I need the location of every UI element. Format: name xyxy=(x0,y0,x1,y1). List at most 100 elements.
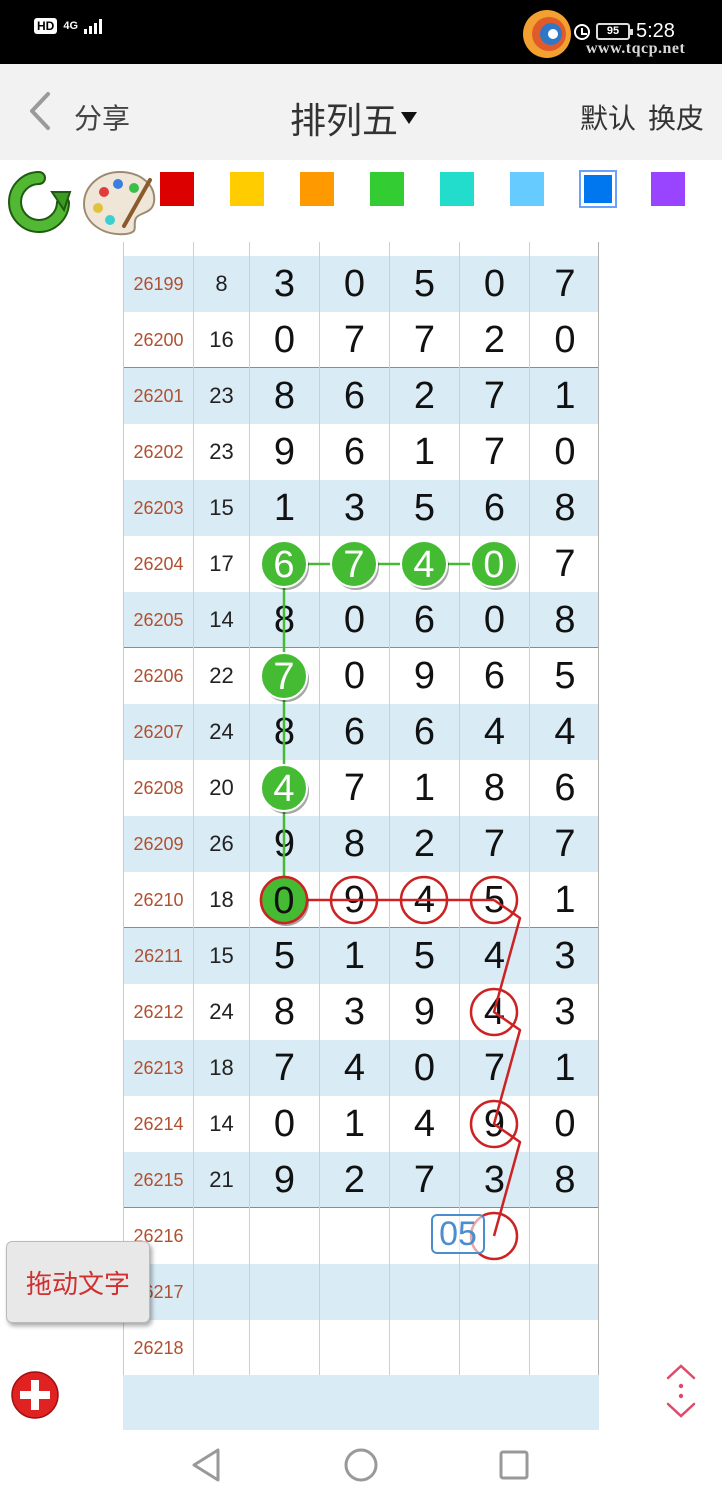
digit-cell[interactable]: 9 xyxy=(390,648,460,704)
digit-cell[interactable]: 1 xyxy=(320,928,390,984)
digit-cell[interactable]: 4 xyxy=(390,872,460,928)
digit-cell[interactable] xyxy=(460,1320,530,1375)
digit-cell[interactable]: 1 xyxy=(320,1096,390,1152)
digit-cell[interactable]: 7 xyxy=(460,1040,530,1096)
digit-cell[interactable]: 6 xyxy=(320,424,390,480)
digit-cell[interactable] xyxy=(250,1208,320,1264)
digit-cell[interactable]: 8 xyxy=(250,592,320,648)
digit-cell[interactable] xyxy=(530,1208,598,1264)
digit-cell[interactable]: 4 xyxy=(460,928,530,984)
digit-cell[interactable]: 9 xyxy=(320,872,390,928)
digit-cell[interactable]: 7 xyxy=(250,648,320,704)
digit-cell[interactable]: 2 xyxy=(460,312,530,368)
digit-cell[interactable]: 9 xyxy=(250,424,320,480)
digit-cell[interactable] xyxy=(460,1264,530,1320)
digit-cell[interactable]: 0 xyxy=(460,592,530,648)
digit-cell[interactable]: 2 xyxy=(390,368,460,424)
digit-cell[interactable] xyxy=(390,1320,460,1375)
digit-cell[interactable]: 1 xyxy=(390,424,460,480)
digit-cell[interactable]: 4 xyxy=(530,704,598,760)
nav-recent-icon[interactable] xyxy=(498,1449,530,1481)
digit-cell[interactable]: 1 xyxy=(530,368,598,424)
digit-cell[interactable]: 8 xyxy=(530,480,598,536)
color-swatch-orange[interactable] xyxy=(300,172,334,206)
digit-cell[interactable] xyxy=(390,1264,460,1320)
digit-cell[interactable]: 3 xyxy=(320,480,390,536)
add-circle-icon[interactable] xyxy=(10,1370,60,1420)
color-swatch-blue[interactable] xyxy=(581,172,615,206)
digit-cell[interactable]: 6 xyxy=(250,536,320,592)
digit-cell[interactable]: 3 xyxy=(250,256,320,312)
digit-cell[interactable] xyxy=(530,1264,598,1320)
digit-cell[interactable]: 6 xyxy=(320,704,390,760)
drag-text-button[interactable]: 拖动文字 xyxy=(6,1241,150,1323)
digit-cell[interactable]: 9 xyxy=(390,984,460,1040)
digit-cell[interactable]: 5 xyxy=(460,872,530,928)
digit-cell[interactable]: 9 xyxy=(250,1152,320,1208)
digit-cell[interactable]: 0 xyxy=(320,592,390,648)
digit-cell[interactable]: 5 xyxy=(390,928,460,984)
digit-cell[interactable] xyxy=(320,1208,390,1264)
back-button[interactable] xyxy=(20,88,64,134)
digit-cell[interactable]: 4 xyxy=(320,1040,390,1096)
color-swatch-yellow[interactable] xyxy=(230,172,264,206)
digit-cell[interactable]: 8 xyxy=(320,816,390,872)
digit-cell[interactable]: 6 xyxy=(460,648,530,704)
digit-cell[interactable]: 7 xyxy=(390,312,460,368)
digit-cell[interactable]: 8 xyxy=(250,984,320,1040)
color-swatch-green[interactable] xyxy=(370,172,404,206)
digit-cell[interactable]: 8 xyxy=(530,1152,598,1208)
digit-cell[interactable]: 7 xyxy=(320,312,390,368)
share-button[interactable]: 分享 xyxy=(74,97,130,137)
digit-cell[interactable] xyxy=(250,1264,320,1320)
digit-cell[interactable] xyxy=(320,1320,390,1375)
refresh-arrow-icon[interactable] xyxy=(6,170,72,236)
digit-cell[interactable]: 5 xyxy=(390,480,460,536)
digit-cell[interactable]: 0 xyxy=(530,1096,598,1152)
digit-cell[interactable]: 0 xyxy=(460,536,530,592)
digit-cell[interactable]: 2 xyxy=(390,816,460,872)
lottery-type-selector[interactable]: 排列五 xyxy=(290,92,418,144)
digit-cell[interactable]: 4 xyxy=(390,1096,460,1152)
digit-cell[interactable]: 1 xyxy=(390,760,460,816)
digit-cell[interactable]: 4 xyxy=(390,536,460,592)
digit-cell[interactable]: 1 xyxy=(530,872,598,928)
digit-cell[interactable]: 3 xyxy=(530,984,598,1040)
digit-cell[interactable]: 6 xyxy=(460,480,530,536)
digit-cell[interactable]: 7 xyxy=(250,1040,320,1096)
digit-cell[interactable]: 0 xyxy=(320,256,390,312)
change-skin-button[interactable]: 换皮 xyxy=(648,97,704,137)
digit-cell[interactable]: 7 xyxy=(460,816,530,872)
digit-cell[interactable]: 7 xyxy=(460,424,530,480)
digit-cell[interactable]: 5 xyxy=(530,648,598,704)
color-swatch-cyan[interactable] xyxy=(440,172,474,206)
digit-cell[interactable]: 3 xyxy=(460,1152,530,1208)
digit-cell[interactable]: 5 xyxy=(390,256,460,312)
digit-cell[interactable]: 0 xyxy=(390,1040,460,1096)
digit-cell[interactable] xyxy=(530,1320,598,1375)
digit-cell[interactable]: 7 xyxy=(530,256,598,312)
color-swatch-light-blue[interactable] xyxy=(510,172,544,206)
digit-cell[interactable]: 0 xyxy=(250,872,320,928)
digit-cell[interactable]: 2 xyxy=(320,1152,390,1208)
digit-cell[interactable]: 1 xyxy=(250,480,320,536)
digit-cell[interactable] xyxy=(320,1264,390,1320)
digit-cell[interactable]: 4 xyxy=(460,704,530,760)
digit-cell[interactable]: 4 xyxy=(460,984,530,1040)
digit-cell[interactable]: 0 xyxy=(250,312,320,368)
digit-cell[interactable]: 3 xyxy=(530,928,598,984)
digit-cell[interactable]: 0 xyxy=(320,648,390,704)
digit-cell[interactable]: 9 xyxy=(250,816,320,872)
digit-cell[interactable]: 0 xyxy=(460,256,530,312)
digit-cell[interactable]: 8 xyxy=(530,592,598,648)
digit-cell[interactable]: 6 xyxy=(530,760,598,816)
digit-cell[interactable]: 3 xyxy=(320,984,390,1040)
digit-cell[interactable]: 6 xyxy=(320,368,390,424)
digit-cell[interactable]: 7 xyxy=(530,816,598,872)
digit-cell[interactable]: 7 xyxy=(460,368,530,424)
digit-cell[interactable]: 9 xyxy=(460,1096,530,1152)
digit-cell[interactable]: 6 xyxy=(390,592,460,648)
draw-history-grid[interactable]: 26199 8 3 0 5 0 7 26200 16 0 7 7 2 0 26201 23 8 6 2 7 1 26202… xyxy=(123,242,599,1375)
digit-cell[interactable]: 0 xyxy=(530,424,598,480)
digit-cell[interactable]: 8 xyxy=(460,760,530,816)
